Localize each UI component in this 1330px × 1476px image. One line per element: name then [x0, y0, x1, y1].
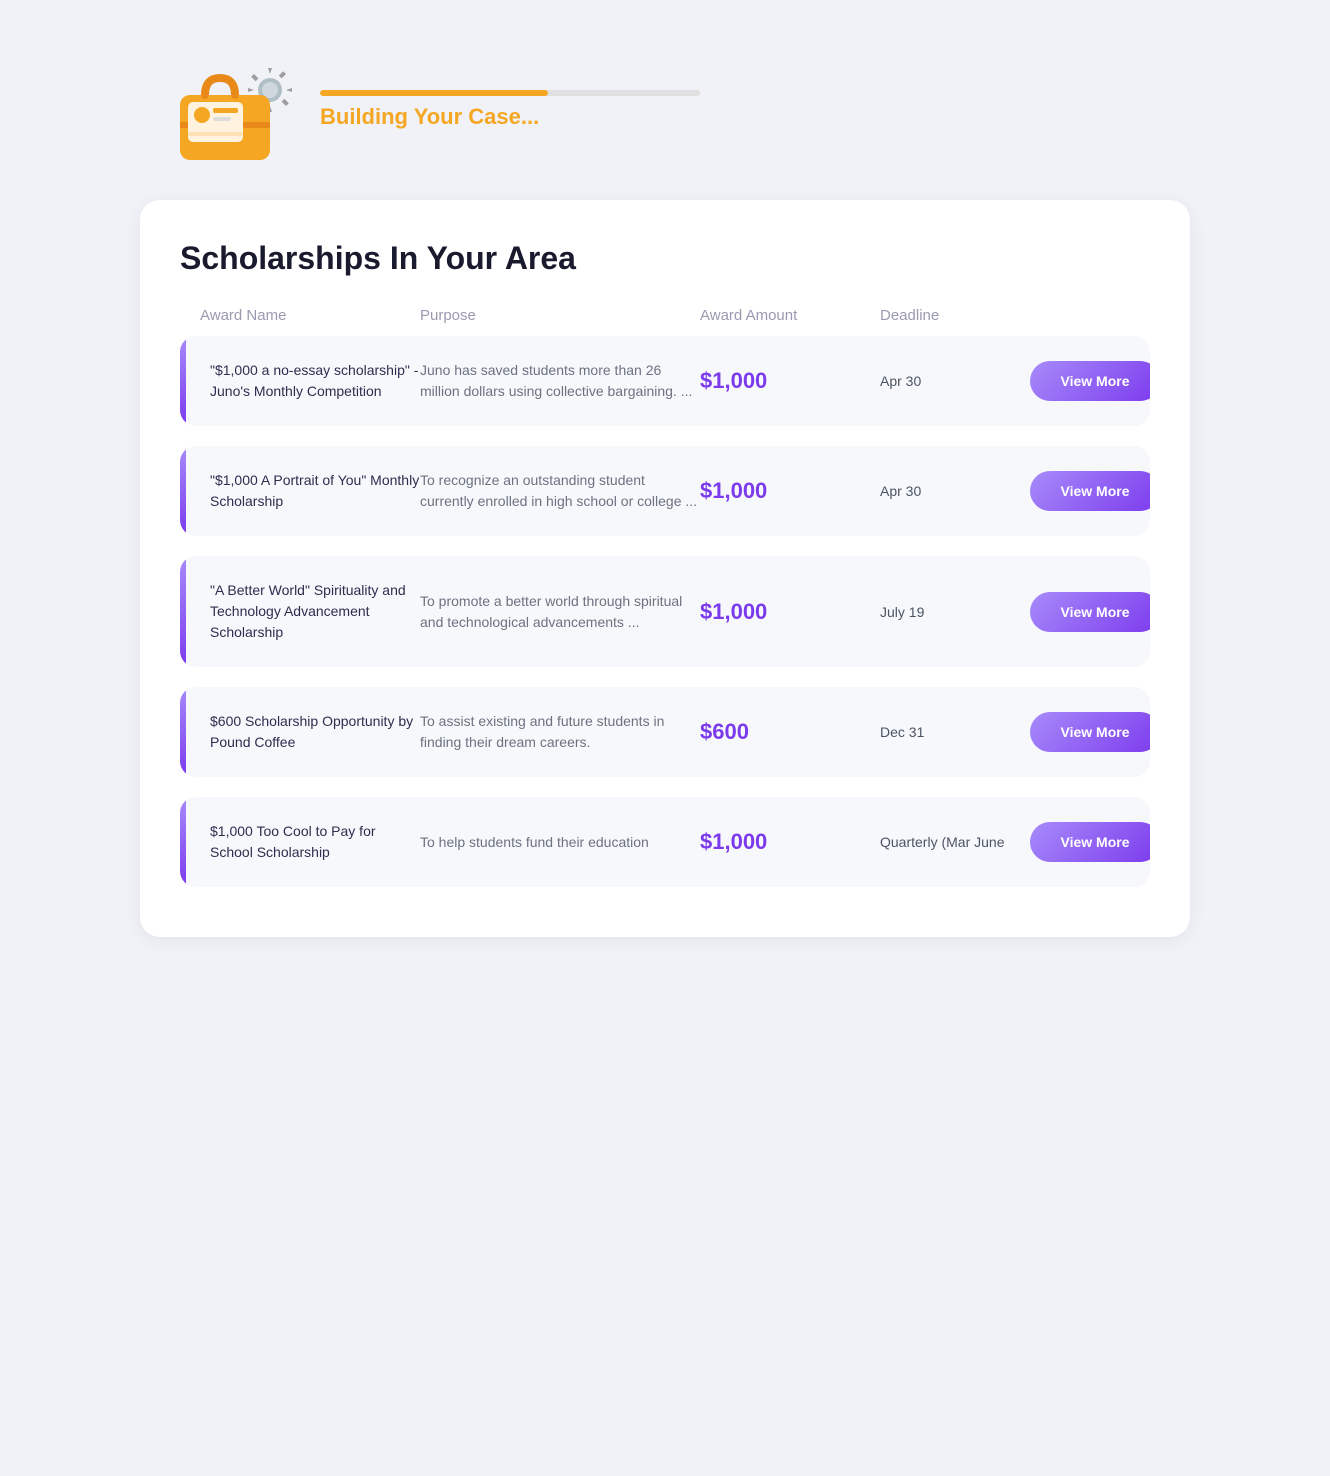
purpose-text: To promote a better world through spirit…	[420, 591, 700, 633]
award-amount: $1,000	[700, 829, 880, 855]
col-header-award-name: Award Name	[200, 307, 420, 324]
progress-bar-fill	[320, 90, 548, 96]
view-more-button[interactable]: View More	[1030, 592, 1150, 632]
main-card: Scholarships In Your Area Award Name Pur…	[140, 200, 1190, 937]
table-header: Award Name Purpose Award Amount Deadline	[180, 307, 1150, 336]
purpose-text: Juno has saved students more than 26 mil…	[420, 360, 700, 402]
col-header-deadline: Deadline	[880, 307, 1030, 324]
award-name: $600 Scholarship Opportunity by Pound Co…	[200, 711, 420, 753]
award-name: "$1,000 a no-essay scholarship" - Juno's…	[200, 360, 420, 402]
col-header-purpose: Purpose	[420, 307, 700, 324]
progress-bar	[320, 90, 700, 96]
briefcase-icon	[170, 50, 300, 170]
view-more-button[interactable]: View More	[1030, 822, 1150, 862]
purpose-text: To recognize an outstanding student curr…	[420, 470, 700, 512]
view-more-button[interactable]: View More	[1030, 712, 1150, 752]
col-header-amount: Award Amount	[700, 307, 880, 324]
award-amount: $1,000	[700, 478, 880, 504]
col-header-action	[1030, 307, 1160, 324]
section-title: Scholarships In Your Area	[180, 240, 1150, 277]
deadline-text: Dec 31	[880, 724, 1030, 740]
page-wrapper: Building Your Case... Scholarships In Yo…	[140, 30, 1190, 937]
deadline-text: July 19	[880, 604, 1030, 620]
table-row: "A Better World" Spirituality and Techno…	[180, 556, 1150, 667]
deadline-text: Quarterly (Mar June	[880, 834, 1030, 850]
award-name: "A Better World" Spirituality and Techno…	[200, 580, 420, 643]
deadline-text: Apr 30	[880, 483, 1030, 499]
award-name: "$1,000 A Portrait of You" Monthly Schol…	[200, 470, 420, 512]
view-more-button[interactable]: View More	[1030, 471, 1150, 511]
view-more-button[interactable]: View More	[1030, 361, 1150, 401]
table-row: "$1,000 A Portrait of You" Monthly Schol…	[180, 446, 1150, 536]
deadline-text: Apr 30	[880, 373, 1030, 389]
table-row: $600 Scholarship Opportunity by Pound Co…	[180, 687, 1150, 777]
table-row: "$1,000 a no-essay scholarship" - Juno's…	[180, 336, 1150, 426]
scholarships-list: "$1,000 a no-essay scholarship" - Juno's…	[180, 336, 1150, 887]
award-amount: $600	[700, 719, 880, 745]
header-section: Building Your Case...	[140, 30, 1190, 200]
header-text-block: Building Your Case...	[320, 90, 700, 130]
purpose-text: To help students fund their education	[420, 832, 700, 853]
award-name: $1,000 Too Cool to Pay for School Schola…	[200, 821, 420, 863]
award-amount: $1,000	[700, 599, 880, 625]
building-text: Building Your Case...	[320, 104, 700, 130]
purpose-text: To assist existing and future students i…	[420, 711, 700, 753]
table-row: $1,000 Too Cool to Pay for School Schola…	[180, 797, 1150, 887]
award-amount: $1,000	[700, 368, 880, 394]
